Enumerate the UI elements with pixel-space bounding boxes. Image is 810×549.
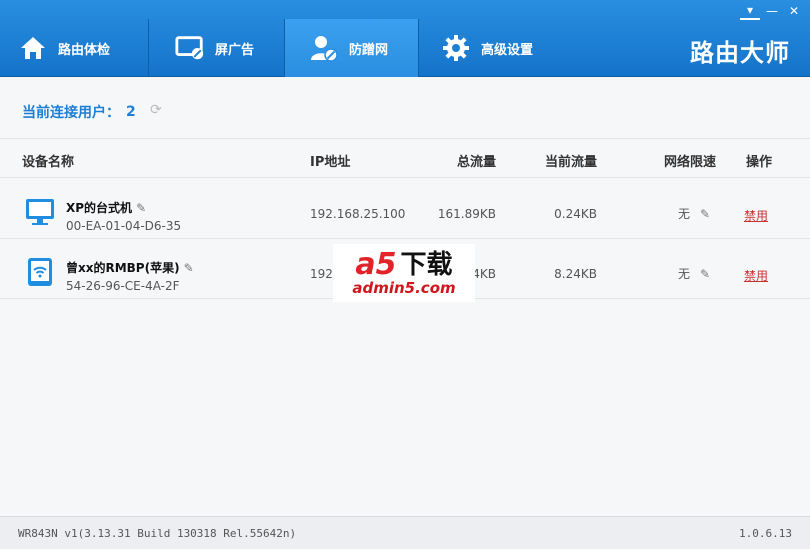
tab-anti-leech[interactable]: 防蹭网 [285, 19, 418, 77]
header-limit: 网络限速 [664, 155, 717, 170]
tab-block-ads[interactable]: 屏广告 [149, 19, 284, 77]
wifi-tablet-icon [24, 256, 54, 286]
header-total: 总流量 [457, 155, 497, 170]
tab-label: 高级设置 [481, 42, 534, 58]
header-current: 当前流量 [545, 155, 598, 170]
watermark: a5 下载 admin5.com [333, 244, 475, 302]
disable-button[interactable]: 禁用 [744, 267, 768, 284]
edit-icon[interactable]: ✎ [184, 261, 194, 275]
device-total-traffic: 161.89KB [437, 207, 496, 221]
table-row: XP的台式机 ✎ 00-EA-01-04-D6-35 192.168.25.100… [0, 179, 810, 239]
tab-label: 屏广告 [215, 42, 255, 58]
user-block-icon [309, 33, 339, 63]
watermark-mark: a5 [355, 247, 397, 282]
connected-users-count: 2 [126, 104, 136, 120]
watermark-text: 下载 [400, 250, 453, 280]
brand-logo: 路由大师 [690, 39, 790, 67]
edit-limit-icon[interactable]: ✎ [700, 207, 710, 221]
tab-router-check[interactable]: 路由体检 [0, 19, 148, 77]
close-button[interactable]: ✕ [784, 3, 804, 20]
tab-advanced-settings[interactable]: 高级设置 [419, 19, 559, 77]
home-icon [18, 33, 48, 63]
device-ip: 192.168.25.100 [310, 207, 406, 221]
device-current-traffic: 8.24KB [554, 267, 597, 281]
device-speed-limit: 无 ✎ [678, 267, 711, 281]
watermark-url: admin5.com [352, 279, 456, 297]
refresh-icon[interactable]: ⟳ [150, 102, 162, 118]
device-mac: 54-26-96-CE-4A-2F [66, 279, 180, 293]
header-action: 操作 [746, 155, 773, 170]
device-mac: 00-EA-01-04-D6-35 [66, 219, 182, 233]
edit-icon[interactable]: ✎ [136, 201, 146, 215]
connected-users-label: 当前连接用户： [22, 105, 120, 121]
device-ip: 192 [310, 267, 333, 281]
edit-limit-icon[interactable]: ✎ [700, 267, 710, 281]
device-current-traffic: 0.24KB [554, 207, 597, 221]
table-header: 设备名称 IP地址 总流量 当前流量 网络限速 操作 [0, 138, 810, 178]
connected-users: 当前连接用户： 2 [22, 102, 136, 122]
device-name: XP的台式机 ✎ [66, 201, 147, 215]
disable-button[interactable]: 禁用 [744, 207, 768, 224]
title-bar: ▾ — ✕ 路由体检 屏广告 防蹭网 高级设置 路由大师 [0, 0, 810, 77]
device-speed-limit: 无 ✎ [678, 207, 711, 221]
monitor-block-icon [175, 33, 205, 63]
firmware-version: WR843N v1(3.13.31 Build 130318 Rel.55642… [18, 527, 297, 540]
minimize-button[interactable]: — [762, 3, 782, 20]
desktop-icon [24, 196, 54, 226]
window-controls: ▾ — ✕ [740, 3, 804, 20]
device-name: 曾xx的RMBP(苹果) ✎ [66, 261, 194, 275]
tab-label: 路由体检 [58, 42, 111, 58]
status-bar: WR843N v1(3.13.31 Build 130318 Rel.55642… [0, 516, 810, 549]
header-ip: IP地址 [310, 155, 351, 170]
header-device: 设备名称 [22, 155, 75, 170]
menu-button[interactable]: ▾ [740, 3, 760, 20]
gear-icon [441, 33, 471, 63]
app-version: 1.0.6.13 [739, 527, 792, 540]
tab-label: 防蹭网 [349, 42, 389, 58]
